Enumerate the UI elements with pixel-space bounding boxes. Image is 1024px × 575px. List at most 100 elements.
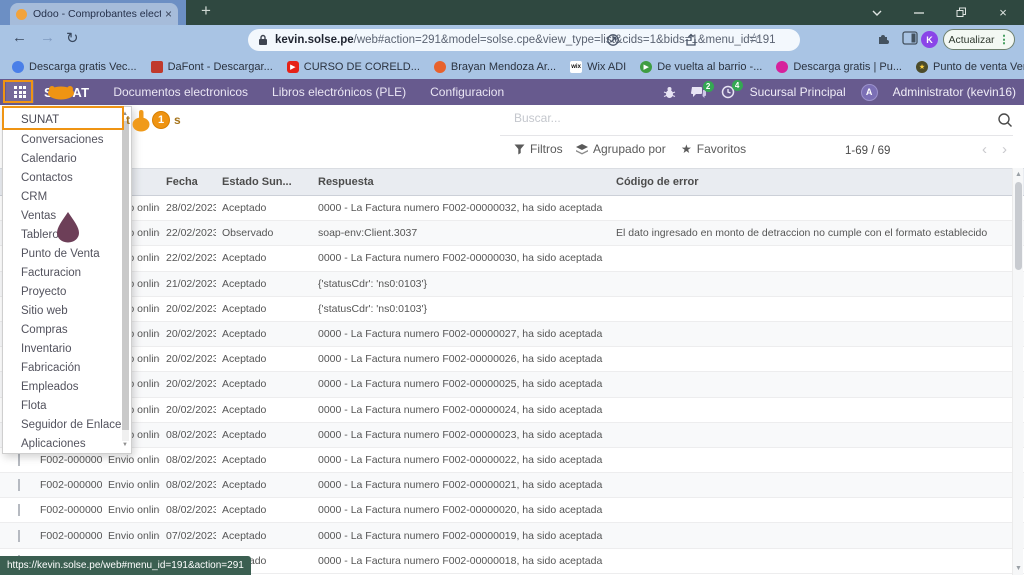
app-menu-item[interactable]: Compras [3,321,131,340]
chrome-menu-icon[interactable]: ⋮ [999,33,1010,46]
messages-icon[interactable]: 2 [691,86,706,99]
bookmark-star-icon[interactable]: ☆ [748,30,761,47]
table-row[interactable]: Envio online 20/02/2023 Aceptado 0000 - … [0,322,1024,347]
cell-checkbox[interactable] [0,530,34,542]
header-codigo[interactable]: Código de error [606,176,1024,188]
table-row[interactable]: Envio online 21/02/2023 Aceptado {'statu… [0,272,1024,297]
table-row[interactable]: Envio online 20/02/2023 Aceptado 0000 - … [0,347,1024,372]
app-menu-item[interactable]: Aplicaciones [3,435,131,454]
cell-checkbox[interactable] [0,504,34,516]
scroll-up-icon[interactable]: ▲ [1013,171,1024,178]
app-menu-item[interactable]: Proyecto [3,283,131,302]
table-row[interactable]: Envio online 22/02/2023 Observado soap-e… [0,221,1024,246]
browser-tab[interactable]: Odoo - Comprobantes electroni... × [10,3,178,25]
app-menu-item[interactable]: CRM [3,188,131,207]
table-row[interactable]: F002-00000021 Envio online 08/02/2023 Ac… [0,473,1024,498]
app-menu-item[interactable]: Facturacion [3,264,131,283]
menu-scroll-down-icon[interactable]: ▼ [121,442,129,448]
header-fecha[interactable]: Fecha [160,176,216,188]
bookmark-favicon: ▶ [287,61,299,73]
menu-libros[interactable]: Libros electrónicos (PLE) [272,85,406,99]
app-menu-item[interactable]: Empleados [3,378,131,397]
cell-checkbox[interactable] [0,479,34,491]
company-switcher[interactable]: Sucursal Principal [750,85,846,99]
new-tab-button[interactable]: + [196,1,216,21]
tab-close-icon[interactable]: × [165,7,172,21]
scroll-down-icon[interactable]: ▼ [1013,565,1024,572]
bookmark-item[interactable]: ▶ De vuelta al barrio -... [640,61,762,73]
search-icon[interactable] [997,112,1013,133]
menu-documentos[interactable]: Documentos electronicos [113,85,248,99]
bookmark-item[interactable]: ▶ CURSO DE CORELD... [287,61,420,73]
app-menu-item[interactable]: Fabricación [3,359,131,378]
row-checkbox[interactable] [18,530,20,542]
address-bar[interactable]: kevin.solse.pe/web#action=291&model=sols… [248,29,800,51]
minimize-icon[interactable] [898,0,940,25]
menu-scrollbar-thumb[interactable] [122,121,129,430]
bookmark-item[interactable]: wix Wix ADI [570,61,626,73]
table-row[interactable]: Envio online 20/02/2023 Aceptado 0000 - … [0,398,1024,423]
app-menu-item[interactable]: Inventario [3,340,131,359]
table-header-row: Fecha Estado Sun... Respuesta Código de … [0,168,1024,196]
app-menu-item[interactable]: Flota [3,397,131,416]
app-menu-item[interactable]: Conversaciones [3,131,131,150]
cell-fecha: 08/02/2023 [160,429,216,441]
favorites-label: Favoritos [697,142,746,156]
row-checkbox[interactable] [18,454,20,466]
user-menu[interactable]: Administrator (kevin16) [893,85,1016,99]
menu-scrollbar[interactable] [122,119,129,441]
row-checkbox[interactable] [18,504,20,516]
cell-codigo: El dato ingresado en monto de detraccion… [606,227,1024,239]
user-avatar[interactable]: A [861,84,878,101]
page-zoom-icon[interactable] [606,33,620,52]
table-row[interactable]: F002-00000020 Envio online 08/02/2023 Ac… [0,498,1024,523]
side-panel-icon[interactable] [902,31,918,50]
debug-bug-icon[interactable] [663,86,676,99]
group-by-button[interactable]: Agrupado por [576,142,666,156]
reload-icon[interactable]: ↻ [66,29,79,47]
scrollbar-thumb[interactable] [1015,182,1022,270]
activities-badge: 4 [732,80,743,91]
bookmark-item[interactable]: Descarga gratis | Pu... [776,61,902,73]
header-estado[interactable]: Estado Sun... [216,176,310,188]
favorites-star-icon: ★ [681,142,692,156]
pager-next-icon[interactable]: › [1002,141,1007,158]
cell-envio: Envio online [102,504,160,516]
app-menu-item[interactable]: Contactos [3,169,131,188]
table-row[interactable]: Envio online 28/02/2023 Aceptado 0000 - … [0,196,1024,221]
activities-clock-icon[interactable]: 4 [721,85,735,99]
menu-configuracion[interactable]: Configuracion [430,85,504,99]
app-menu-item[interactable]: Seguidor de Enlace [3,416,131,435]
bookmark-item[interactable]: Descarga gratis Vec... [12,61,137,73]
filters-button[interactable]: Filtros [514,142,563,156]
pager-prev-icon[interactable]: ‹ [982,141,987,158]
bookmark-item[interactable]: ★ Punto de venta Ven... [916,61,1024,73]
forward-icon[interactable]: → [40,29,55,46]
close-window-icon[interactable]: × [982,0,1024,25]
table-row[interactable]: Envio online 20/02/2023 Aceptado 0000 - … [0,372,1024,397]
table-row[interactable]: F002-00000019 Envio online 07/02/2023 Ac… [0,523,1024,548]
chrome-update-button[interactable]: Actualizar ⋮ [943,29,1015,50]
group-by-label: Agrupado por [593,142,666,156]
restore-icon[interactable] [940,0,982,25]
back-icon[interactable]: ← [12,29,27,46]
window-menu-icon[interactable] [856,0,898,25]
header-respuesta[interactable]: Respuesta [310,176,606,188]
annotation-cursor-blob [56,212,80,248]
table-scrollbar[interactable]: ▲ ▼ [1012,168,1023,575]
cell-checkbox[interactable] [0,454,34,466]
table-row[interactable]: Envio online 08/02/2023 Aceptado 0000 - … [0,423,1024,448]
app-menu-item[interactable]: Sitio web [3,302,131,321]
app-menu-item[interactable]: Calendario [3,150,131,169]
share-icon[interactable] [684,33,698,52]
table-row[interactable]: F002-00000022 Envio online 08/02/2023 Ac… [0,448,1024,473]
extensions-puzzle-icon[interactable] [876,31,891,51]
table-row[interactable]: Envio online 22/02/2023 Aceptado 0000 - … [0,246,1024,271]
favorites-button[interactable]: ★ Favoritos [681,142,746,156]
profile-avatar[interactable]: K [921,31,938,48]
bookmark-item[interactable]: Brayan Mendoza Ar... [434,61,556,73]
table-row[interactable]: Envio online 20/02/2023 Aceptado {'statu… [0,297,1024,322]
bookmark-item[interactable]: DaFont - Descargar... [151,61,273,73]
row-checkbox[interactable] [18,479,20,491]
search-input[interactable] [514,111,814,125]
